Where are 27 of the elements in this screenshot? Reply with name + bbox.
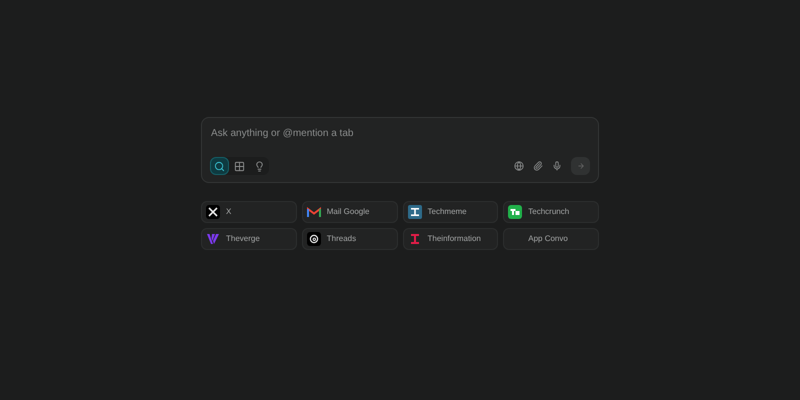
prompt-field[interactable]: Ask anything or @mention a tab (210, 126, 590, 141)
search-icon (214, 160, 225, 172)
shortcut-tile[interactable]: Theinformation (402, 228, 498, 250)
information-logo-icon (410, 233, 420, 245)
tool-button[interactable] (514, 161, 524, 171)
shortcut-tile[interactable]: X (201, 201, 297, 223)
shortcut-tile[interactable]: Mail Google (302, 201, 398, 223)
microphone-icon (552, 161, 562, 171)
paperclip-icon (533, 161, 543, 171)
threads-logo-icon (306, 232, 321, 246)
shortcut-tile[interactable]: Theverge (201, 228, 297, 250)
shortcut-tile[interactable]: App Convo (503, 228, 599, 250)
shortcut-tile[interactable]: Techmeme (402, 201, 498, 223)
globe-icon (514, 161, 524, 171)
shortcut-tile[interactable]: Techcrunch (503, 201, 599, 223)
arrow-right-icon (576, 162, 584, 170)
lightbulb-icon (254, 160, 265, 172)
mode-button[interactable] (210, 157, 229, 175)
tool-button[interactable] (552, 161, 562, 171)
grid-icon (234, 160, 245, 172)
tool-button[interactable] (533, 161, 543, 171)
x-logo-icon (206, 205, 220, 219)
techcrunch-logo-icon (508, 205, 522, 219)
techmeme-logo-icon (408, 205, 422, 219)
verge-logo-icon (206, 232, 220, 246)
shortcut-tile[interactable]: Threads (302, 228, 398, 250)
mail-logo-icon (306, 206, 321, 218)
